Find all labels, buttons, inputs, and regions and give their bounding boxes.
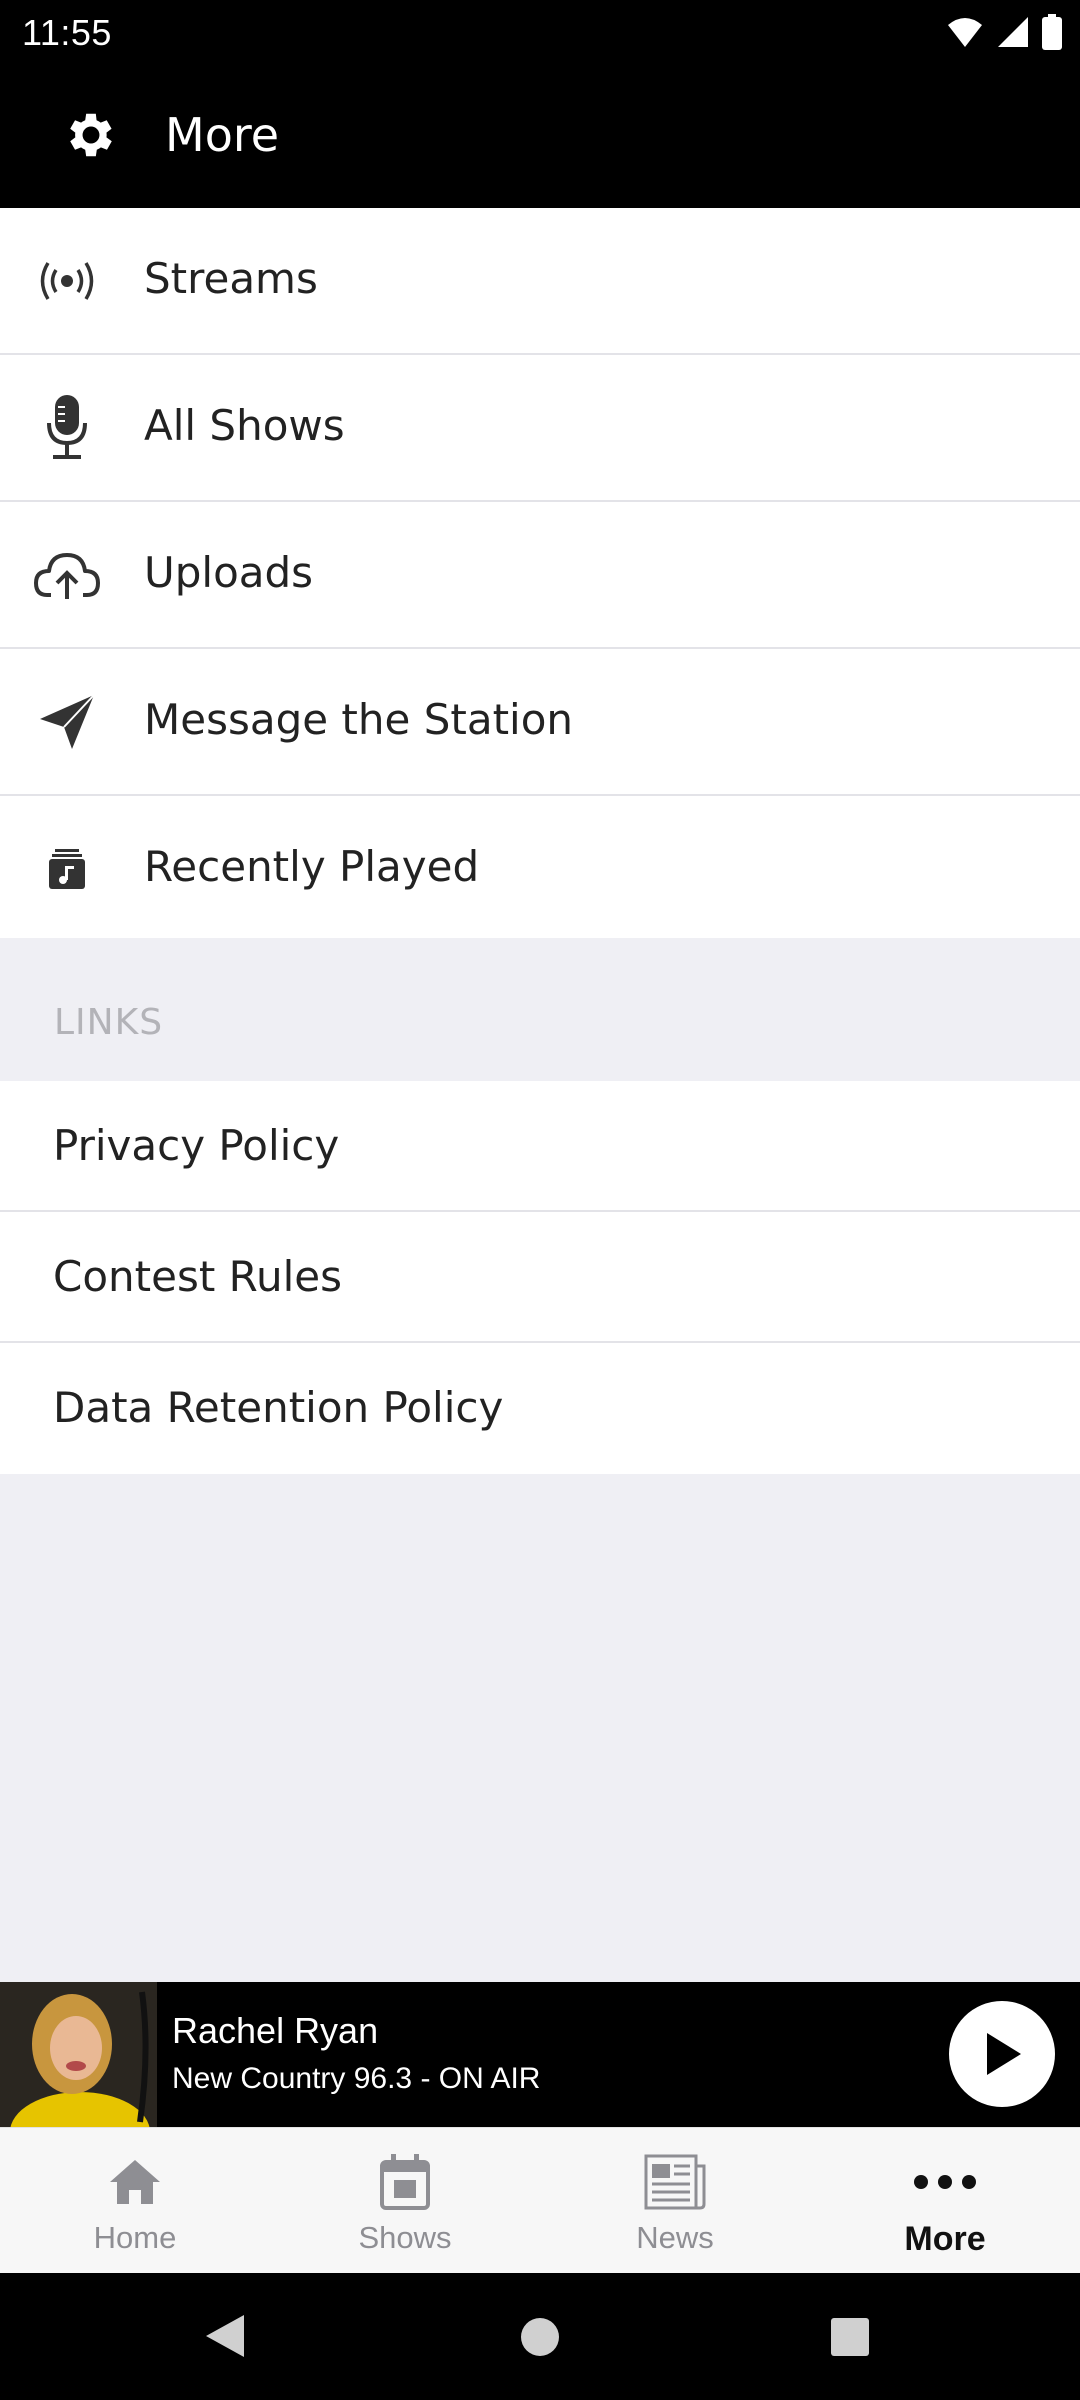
broadcast-icon [32, 248, 102, 314]
links-section-header: LINKS [0, 938, 1080, 1081]
link-label: Contest Rules [53, 1252, 342, 1301]
microphone-icon [32, 395, 102, 461]
wifi-icon [948, 18, 982, 47]
system-navigation-bar [0, 2273, 1080, 2400]
page-title: More [165, 108, 280, 162]
menu-item-uploads[interactable]: Uploads [0, 502, 1080, 649]
tab-label: More [904, 2220, 986, 2258]
links-list: Privacy Policy Contest Rules Data Retent… [0, 1081, 1080, 1474]
tab-shows[interactable]: Shows [270, 2128, 540, 2274]
bottom-tab-bar: Home Shows News More [0, 2127, 1080, 2273]
menu-item-all-shows[interactable]: All Shows [0, 355, 1080, 502]
home-circle-icon[interactable] [520, 2317, 560, 2357]
main-menu: Streams All Shows Uploads Message the St… [0, 208, 1080, 943]
recents-icon[interactable] [830, 2317, 870, 2357]
status-bar: 11:55 [0, 0, 1080, 64]
link-privacy-policy[interactable]: Privacy Policy [0, 1081, 1080, 1212]
home-icon [103, 2150, 167, 2214]
menu-item-message-station[interactable]: Message the Station [0, 649, 1080, 796]
link-contest-rules[interactable]: Contest Rules [0, 1212, 1080, 1343]
app-bar: More [0, 64, 1080, 208]
play-icon [987, 2033, 1021, 2075]
station-status: New Country 96.3 - ON AIR [172, 2062, 541, 2095]
tab-label: Shows [358, 2220, 452, 2255]
link-label: Data Retention Policy [53, 1383, 504, 1432]
tab-label: Home [93, 2220, 177, 2255]
menu-item-label: Uploads [144, 548, 314, 597]
tab-news[interactable]: News [540, 2128, 810, 2274]
menu-item-label: Message the Station [144, 695, 574, 744]
menu-item-label: Streams [144, 254, 318, 303]
mini-player[interactable]: Rachel Ryan New Country 96.3 - ON AIR [0, 1982, 1080, 2127]
newspaper-icon [643, 2150, 707, 2214]
link-data-retention-policy[interactable]: Data Retention Policy [0, 1343, 1080, 1474]
back-icon[interactable] [204, 2313, 246, 2359]
battery-icon [1042, 14, 1062, 50]
host-name: Rachel Ryan [172, 2010, 379, 2051]
gear-icon [70, 113, 112, 157]
tab-label: News [636, 2220, 714, 2255]
menu-item-label: Recently Played [144, 842, 480, 891]
tab-home[interactable]: Home [0, 2128, 270, 2274]
menu-item-recently-played[interactable]: Recently Played [0, 796, 1080, 943]
calendar-icon [373, 2150, 437, 2214]
menu-item-streams[interactable]: Streams [0, 208, 1080, 355]
host-avatar [0, 1982, 157, 2127]
tab-more[interactable]: More [810, 2128, 1080, 2274]
section-header-label: LINKS [54, 1002, 164, 1043]
play-button[interactable] [949, 2001, 1055, 2107]
link-label: Privacy Policy [53, 1121, 340, 1170]
status-time: 11:55 [22, 12, 112, 53]
cellular-signal-icon [998, 17, 1028, 47]
more-dots-icon [913, 2150, 977, 2214]
music-note-icon [32, 836, 102, 902]
paper-plane-icon [32, 689, 102, 755]
status-icons [946, 14, 1062, 50]
cloud-upload-icon [32, 542, 102, 608]
menu-item-label: All Shows [144, 401, 345, 450]
